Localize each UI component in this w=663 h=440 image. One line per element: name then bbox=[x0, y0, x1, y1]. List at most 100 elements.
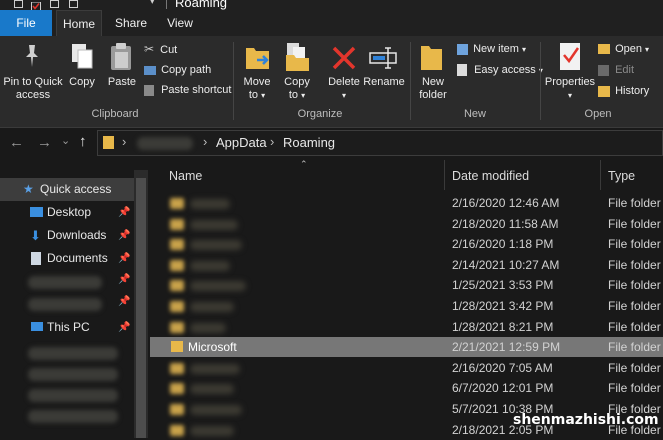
new-folder-quick-icon[interactable] bbox=[50, 0, 59, 8]
sidebar-item-this-pc[interactable]: This PC 📌 bbox=[0, 316, 134, 339]
breadcrumb-appdata[interactable]: AppData bbox=[216, 135, 267, 150]
quick-access-label: Quick access bbox=[40, 182, 112, 196]
tab-view[interactable]: View bbox=[160, 10, 200, 36]
new-folder-line1: New bbox=[421, 76, 444, 88]
sidebar-item-blurred[interactable] bbox=[28, 298, 102, 311]
navigation-scrollbar-thumb[interactable] bbox=[136, 178, 146, 438]
properties-button[interactable]: Properties ▾ bbox=[544, 76, 596, 102]
copy-path-button[interactable]: Copy path bbox=[144, 64, 211, 77]
file-name-blurred bbox=[190, 281, 246, 291]
sidebar-item-blurred[interactable] bbox=[28, 347, 118, 360]
file-name-blurred bbox=[190, 323, 226, 333]
quick-access-doc-icon[interactable] bbox=[69, 0, 78, 8]
breadcrumb-separator-icon[interactable]: › bbox=[203, 134, 207, 149]
back-arrow-icon[interactable]: ← bbox=[9, 134, 24, 151]
sidebar-item-blurred[interactable] bbox=[28, 276, 102, 289]
group-separator bbox=[540, 42, 541, 120]
organize-group-label: Organize bbox=[297, 108, 343, 120]
breadcrumb-separator-icon[interactable]: › bbox=[270, 134, 274, 149]
folder-icon bbox=[170, 239, 184, 250]
computer-icon bbox=[31, 322, 43, 331]
file-date-modified: 6/7/2020 12:01 PM bbox=[452, 381, 554, 395]
new-folder-button[interactable]: New folder bbox=[414, 76, 452, 102]
title-bar bbox=[0, 0, 663, 10]
easy-access-icon bbox=[457, 64, 467, 77]
sidebar-item-downloads[interactable]: ⬇ Downloads 📌 bbox=[0, 224, 134, 247]
tab-share[interactable]: Share bbox=[110, 10, 152, 36]
folder-icon bbox=[170, 219, 184, 230]
file-type: File folder bbox=[608, 258, 661, 272]
pin-label-line1: Pin to Quick bbox=[3, 76, 63, 88]
window-title: Roaming bbox=[175, 0, 228, 10]
copy-to-word: to bbox=[288, 89, 299, 101]
pin-icon[interactable]: 📌 bbox=[118, 274, 130, 285]
paste-button[interactable]: Paste bbox=[104, 76, 140, 89]
sidebar-item-quick-access[interactable]: ★ Quick access bbox=[0, 178, 134, 201]
scissors-icon: ✂ bbox=[144, 42, 155, 56]
folder-icon bbox=[170, 404, 184, 415]
sidebar-item-blurred[interactable] bbox=[28, 368, 118, 381]
sidebar-item-desktop[interactable]: Desktop 📌 bbox=[0, 201, 134, 224]
breadcrumb-user-blurred[interactable] bbox=[137, 137, 193, 150]
new-item-button[interactable]: New item ▾ bbox=[457, 43, 526, 56]
file-date-modified: 2/16/2020 1:18 PM bbox=[452, 237, 554, 251]
open-group-label: Open bbox=[584, 108, 612, 120]
delete-button[interactable]: Delete ▾ bbox=[324, 76, 364, 102]
desktop-label: Desktop bbox=[47, 205, 92, 219]
file-date-modified: 2/16/2020 7:05 AM bbox=[452, 361, 553, 375]
file-date-modified: 2/21/2021 12:59 PM bbox=[452, 340, 561, 354]
breadcrumb-separator-icon[interactable]: › bbox=[122, 134, 126, 149]
column-divider[interactable] bbox=[600, 160, 601, 190]
chevron-down-icon: ▾ bbox=[341, 91, 346, 100]
file-type: File folder bbox=[608, 217, 661, 231]
column-header-date-modified[interactable]: Date modified bbox=[452, 169, 529, 183]
file-type: File folder bbox=[608, 278, 661, 292]
file-date-modified: 2/18/2020 11:58 AM bbox=[452, 217, 559, 231]
up-arrow-icon[interactable]: ↑ bbox=[79, 133, 87, 150]
move-to-button[interactable]: Move to ▾ bbox=[238, 76, 276, 102]
paste-shortcut-label: Paste shortcut bbox=[161, 84, 232, 96]
tab-home[interactable]: Home bbox=[56, 10, 102, 36]
cut-button[interactable]: ✂ Cut bbox=[144, 43, 177, 57]
customize-quick-access-icon[interactable]: ▾ bbox=[150, 0, 155, 7]
pin-icon[interactable]: 📌 bbox=[118, 224, 130, 247]
file-type: File folder bbox=[608, 320, 661, 334]
file-date-modified: 1/25/2021 3:53 PM bbox=[452, 278, 554, 292]
column-header-name[interactable]: Name bbox=[169, 169, 202, 183]
column-divider[interactable] bbox=[444, 160, 445, 190]
forward-arrow-icon[interactable]: → bbox=[37, 134, 52, 151]
edit-button[interactable]: Edit bbox=[598, 64, 634, 77]
file-date-modified: 1/28/2021 8:21 PM bbox=[452, 320, 554, 334]
pin-label-line2: access bbox=[15, 89, 51, 101]
pin-to-quick-access-button[interactable]: Pin to Quick access bbox=[2, 76, 64, 102]
copy-button[interactable]: Copy bbox=[64, 76, 100, 89]
breadcrumb-roaming[interactable]: Roaming bbox=[283, 135, 335, 150]
paste-shortcut-button[interactable]: Paste shortcut bbox=[144, 84, 231, 97]
pin-icon[interactable]: 📌 bbox=[118, 247, 130, 270]
documents-label: Documents bbox=[47, 251, 108, 265]
chevron-down-icon: ▾ bbox=[261, 91, 266, 100]
rename-button[interactable]: Rename bbox=[362, 76, 406, 89]
table-row[interactable] bbox=[150, 317, 663, 337]
copy-to-button[interactable]: Copy to ▾ bbox=[278, 76, 316, 102]
sidebar-item-documents[interactable]: Documents 📌 bbox=[0, 247, 134, 270]
column-header-type[interactable]: Type bbox=[608, 169, 635, 183]
easy-access-button[interactable]: Easy access ▾ bbox=[457, 64, 543, 77]
this-pc-label: This PC bbox=[47, 320, 90, 334]
star-icon: ★ bbox=[23, 182, 34, 196]
pin-icon[interactable]: 📌 bbox=[118, 201, 130, 224]
recent-locations-chevron-icon[interactable]: ⌄ bbox=[61, 134, 70, 147]
file-name-blurred bbox=[190, 426, 234, 436]
new-folder-icon bbox=[420, 43, 444, 74]
tab-file[interactable]: File bbox=[0, 10, 52, 36]
history-icon bbox=[598, 85, 610, 97]
quick-access-folder-icon[interactable] bbox=[14, 0, 23, 8]
file-date-modified: 2/14/2021 10:27 AM bbox=[452, 258, 560, 272]
pin-icon[interactable]: 📌 bbox=[118, 296, 130, 307]
history-button[interactable]: History bbox=[598, 85, 649, 98]
sidebar-item-blurred[interactable] bbox=[28, 410, 118, 423]
pin-icon[interactable]: 📌 bbox=[118, 316, 130, 339]
open-button[interactable]: Open ▾ bbox=[598, 43, 649, 56]
sidebar-item-blurred[interactable] bbox=[28, 389, 118, 402]
delete-label: Delete bbox=[328, 76, 360, 88]
